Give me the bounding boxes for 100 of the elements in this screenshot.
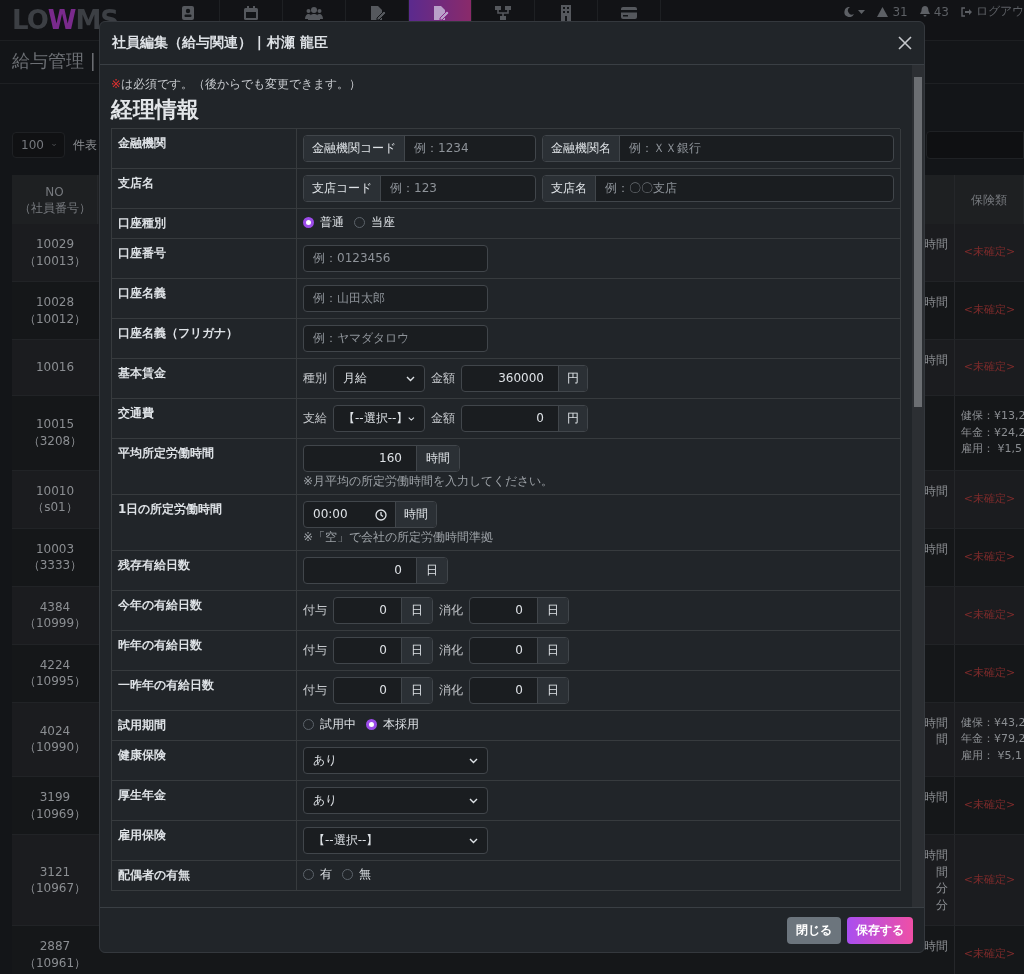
radio-button[interactable] <box>303 217 314 228</box>
text-field[interactable]: 支店名 例：〇〇支店 <box>542 175 894 202</box>
field-label: 消化 <box>439 603 463 618</box>
table-cell: 3121 （10967） <box>12 835 98 926</box>
users-icon <box>305 4 323 22</box>
credit-card-icon <box>620 4 638 22</box>
field-label: 支給 <box>303 411 327 426</box>
field-label: 付与 <box>303 603 327 618</box>
warning-icon <box>877 6 889 17</box>
column-header: 保険類 <box>955 175 1024 224</box>
logout-icon <box>961 6 972 17</box>
select-field[interactable]: あり <box>303 787 488 814</box>
table-cell: <未確定> <box>955 340 1024 396</box>
table-cell: 4384 （10999） <box>12 586 98 645</box>
field-label: 交通費 <box>118 406 154 420</box>
per-page-select[interactable]: 100 <box>12 132 65 158</box>
field-label: 口座名義 <box>118 286 166 300</box>
chevron-down-icon <box>51 142 56 148</box>
text-field[interactable]: 例：山田太郎 <box>303 285 488 312</box>
document-edit-icon <box>368 4 386 22</box>
calendar-icon <box>242 4 260 22</box>
chevron-down-icon <box>469 837 478 844</box>
number-field[interactable]: 0 日 <box>469 597 569 624</box>
radio-option[interactable]: 当座 <box>354 215 395 230</box>
field-label: 付与 <box>303 643 327 658</box>
select-field[interactable]: あり <box>303 747 488 774</box>
sitemap-icon <box>494 4 512 22</box>
number-field[interactable]: 0 円 <box>461 405 588 432</box>
table-cell: <未確定> <box>955 470 1024 529</box>
field-label: 配偶者の有無 <box>118 868 190 882</box>
number-field[interactable]: 0 日 <box>333 637 433 664</box>
field-label: 金融機関 <box>118 136 166 150</box>
id-card-icon <box>179 4 197 22</box>
table-cell: 健保：¥43,2 年金：¥79,2 雇用： ¥5,1 <box>955 702 1024 777</box>
chevron-down-icon <box>469 757 478 764</box>
select-field[interactable]: 【--選択--】 <box>303 827 488 854</box>
table-cell: 10010 （s01） <box>12 470 98 529</box>
caret-icon <box>858 9 866 14</box>
table-cell: <未確定> <box>955 224 1024 282</box>
section-heading: 経理情報 <box>111 96 200 124</box>
time-field[interactable]: 00:00 時間 <box>303 501 437 528</box>
table-cell: 4024 （10990） <box>12 702 98 777</box>
field-label: 消化 <box>439 643 463 658</box>
field-label: 雇用保険 <box>118 828 166 842</box>
radio-option[interactable]: 普通 <box>303 215 344 230</box>
field-label: 今年の有給日数 <box>118 598 202 612</box>
text-field[interactable]: 金融機関名 例：ＸＸ銀行 <box>542 135 894 162</box>
field-label: 試用期間 <box>118 718 166 732</box>
chevron-down-icon <box>408 415 415 422</box>
number-field[interactable]: 0 日 <box>333 677 433 704</box>
hint-text: ※月平均の所定労働時間を入力してください。 <box>303 474 555 488</box>
field-label: 金額 <box>431 411 455 426</box>
number-field[interactable]: 360000 円 <box>461 365 588 392</box>
field-label: 基本賃金 <box>118 366 166 380</box>
chevron-down-icon <box>406 375 415 382</box>
select-field[interactable]: 【--選択--】 <box>333 405 425 432</box>
field-label: 残存有給日数 <box>118 558 190 572</box>
field-label: 口座種別 <box>118 216 166 230</box>
field-label: 支店名 <box>118 176 154 190</box>
moon-icon <box>844 6 855 17</box>
table-cell: 10016 <box>12 340 98 396</box>
chevron-down-icon <box>469 797 478 804</box>
field-label: 昨年の有給日数 <box>118 638 202 652</box>
field-label: 金額 <box>431 371 455 386</box>
number-field[interactable]: 0 日 <box>303 557 448 584</box>
text-field[interactable]: 例：0123456 <box>303 245 488 272</box>
close-button[interactable]: 閉じる <box>787 916 841 944</box>
table-cell: 10029 （10013） <box>12 224 98 282</box>
radio-button[interactable] <box>366 719 377 730</box>
clock-icon <box>375 508 387 521</box>
document-edit-icon <box>431 4 449 22</box>
radio-option[interactable]: 試用中 <box>303 717 356 732</box>
field-label: 消化 <box>439 683 463 698</box>
number-field[interactable]: 160 時間 <box>303 445 460 472</box>
field-label: 厚生年金 <box>118 788 166 802</box>
field-label: 付与 <box>303 683 327 698</box>
field-label: 口座名義（フリガナ） <box>118 326 238 340</box>
page-title: 給与管理 | <box>12 50 96 71</box>
required-note: ※は必須です。（後からでも変更できます。） <box>111 77 363 92</box>
dialog-title: 社員編集（給与関連） | 村瀬 龍臣 <box>112 34 328 52</box>
save-button[interactable]: 保存する <box>847 916 913 944</box>
close-icon[interactable] <box>896 34 914 52</box>
radio-option[interactable]: 有 <box>303 867 332 882</box>
field-label: 種別 <box>303 371 327 386</box>
field-label: 一昨年の有給日数 <box>118 678 214 692</box>
text-field[interactable]: 支店コード 例：123 <box>303 175 536 202</box>
theme-toggle[interactable] <box>844 6 866 17</box>
radio-option[interactable]: 本採用 <box>366 717 419 732</box>
search-field[interactable] <box>926 131 1024 159</box>
text-field[interactable]: 金融機関コード 例：1234 <box>303 135 536 162</box>
text-field[interactable]: 例：ヤマダタロウ <box>303 325 488 352</box>
number-field[interactable]: 0 日 <box>469 677 569 704</box>
number-field[interactable]: 0 日 <box>333 597 433 624</box>
number-field[interactable]: 0 日 <box>469 637 569 664</box>
per-page-label: 件表 <box>73 136 97 154</box>
hint-text: ※「空」で会社の所定労働時間準拠 <box>303 530 495 544</box>
column-header: NO （社員番号） <box>12 175 98 224</box>
field-label: 1日の所定労働時間 <box>118 502 223 516</box>
select-field[interactable]: 月給 <box>333 365 425 392</box>
radio-option[interactable]: 無 <box>342 867 371 882</box>
